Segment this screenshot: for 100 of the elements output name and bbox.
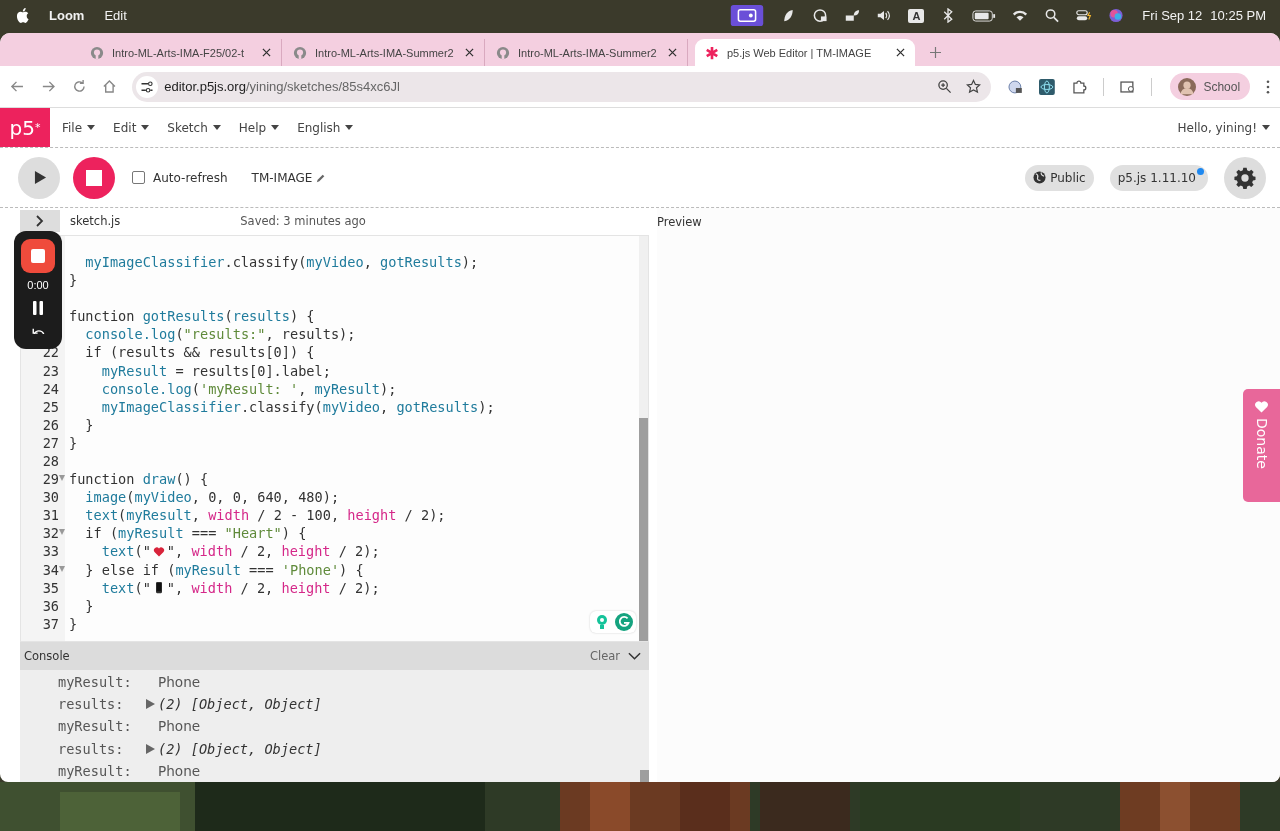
code-text: height <box>281 542 331 561</box>
nav-menu[interactable]: Help <box>230 120 288 135</box>
forward-icon[interactable] <box>40 79 56 94</box>
fold-marker[interactable] <box>59 529 65 536</box>
home-icon[interactable] <box>102 79 118 94</box>
settings-button[interactable] <box>1224 156 1266 199</box>
log-label: myResult: <box>58 762 133 779</box>
g-badge-icon[interactable] <box>615 612 633 631</box>
apple-icon[interactable] <box>16 8 29 23</box>
site-settings-icon[interactable] <box>136 75 159 98</box>
nav-menu[interactable]: Edit <box>105 120 158 135</box>
line-number: 32 <box>42 525 59 542</box>
code-text: (" <box>134 578 151 597</box>
atom-icon[interactable] <box>1039 78 1055 95</box>
sketch-name[interactable]: TM-IMAGE <box>251 170 313 185</box>
pause-icon[interactable] <box>32 301 44 315</box>
clear-button[interactable]: Clear <box>589 648 620 663</box>
p5-logo[interactable]: p5$^{*}$ <box>0 108 50 147</box>
lock-badge-icon[interactable] <box>1007 78 1023 95</box>
file-name: sketch.js <box>70 214 121 229</box>
browser-tab[interactable]: Intro-ML-Arts-IMA-F25/02-t <box>80 39 282 66</box>
code-line: if (myResult === "Heart") { <box>84 524 308 543</box>
visibility-button[interactable]: Public <box>1025 164 1094 191</box>
log-value: Phone <box>158 718 201 735</box>
code-editor[interactable] <box>20 234 649 642</box>
scrollbar-thumb[interactable] <box>639 417 648 641</box>
pencil-icon[interactable] <box>316 172 327 183</box>
line-number: 27 <box>42 434 59 451</box>
chevron-down-icon[interactable] <box>628 651 641 660</box>
stop-button[interactable] <box>73 156 115 199</box>
plant-icon[interactable] <box>844 8 861 23</box>
heart-icon <box>1254 399 1269 414</box>
nav-menu[interactable]: Sketch <box>159 120 229 135</box>
search-icon[interactable] <box>1044 8 1061 23</box>
screen-recorder-icon[interactable] <box>730 5 765 26</box>
lock-badge-icon[interactable] <box>812 8 829 23</box>
nav-menu[interactable]: File <box>54 120 104 135</box>
menubar-date[interactable]: Fri Sep 12 <box>1142 8 1203 23</box>
play-button[interactable] <box>18 156 60 199</box>
line-number: 36 <box>42 597 59 614</box>
expand-triangle-icon[interactable] <box>146 698 155 709</box>
expand-sidebar-button[interactable] <box>20 210 60 233</box>
fold-marker[interactable] <box>59 475 65 482</box>
log-value[interactable]: (2) [Object, Object] <box>158 740 322 757</box>
log-label: results: <box>58 695 125 712</box>
fold-marker[interactable] <box>59 565 65 572</box>
log-label: myResult: <box>58 718 133 735</box>
line-number: 37 <box>42 615 59 632</box>
close-icon[interactable] <box>896 48 905 57</box>
elapsed-time: 0:00 <box>27 279 49 291</box>
site-icon <box>293 45 307 60</box>
menu-item[interactable]: Edit <box>104 8 127 23</box>
volume-icon[interactable] <box>876 8 893 23</box>
code-line: function gotResults(results) { <box>69 307 316 326</box>
account-menu[interactable]: Hello, yining! <box>1169 120 1278 135</box>
checkbox-label[interactable]: Auto-refresh <box>153 170 228 185</box>
star-icon[interactable] <box>966 79 982 94</box>
wifi-icon[interactable] <box>1012 8 1029 23</box>
code-line: myResult = results[0].label; <box>100 361 332 380</box>
stop-icon <box>86 169 102 186</box>
back-icon[interactable] <box>10 79 25 94</box>
tab-search-icon[interactable] <box>1119 78 1136 95</box>
site-icon <box>496 45 510 60</box>
close-icon[interactable] <box>262 48 271 57</box>
nav-menu[interactable]: English <box>289 120 362 135</box>
expand-triangle-icon[interactable] <box>146 743 155 754</box>
app-name[interactable]: Loom <box>49 8 85 23</box>
scrollbar-thumb[interactable] <box>640 770 649 782</box>
code-text: height <box>281 578 331 597</box>
puzzle-icon[interactable] <box>1070 78 1087 95</box>
code-line: console.log("results:", results); <box>84 325 357 344</box>
log-value: Phone <box>158 762 201 779</box>
profile-button[interactable]: School <box>1170 73 1251 100</box>
undo-icon[interactable] <box>30 327 46 334</box>
menubar-time[interactable]: 10:25 PM <box>1210 8 1266 23</box>
address-bar[interactable]: editor.p5js.org/yining/sketches/85s4xc6Jl <box>132 71 992 102</box>
new-tab-icon[interactable] <box>930 47 941 58</box>
code-text: text <box>100 542 135 561</box>
log-value[interactable]: (2) [Object, Object] <box>158 695 322 712</box>
more-menu-icon[interactable] <box>1266 79 1271 94</box>
browser-tab[interactable]: p5.js Web Editor | TM-IMAGE <box>695 39 915 66</box>
settings-icon <box>1234 166 1256 189</box>
control-center-icon[interactable] <box>1076 8 1093 23</box>
input-source-indicator[interactable]: A <box>908 8 925 23</box>
browser-tab[interactable]: Intro-ML-Arts-IMA-Summer2 <box>283 39 485 66</box>
battery-icon[interactable] <box>972 9 997 22</box>
zoom-icon[interactable] <box>937 79 953 94</box>
reload-icon[interactable] <box>71 79 87 94</box>
site-icon <box>90 45 104 60</box>
line-number: 28 <box>42 453 59 469</box>
version-button[interactable]: p5.js 1.11.10 <box>1109 164 1208 191</box>
checkbox[interactable] <box>132 171 145 184</box>
close-icon[interactable] <box>668 48 677 57</box>
browser-tab[interactable]: Intro-ML-Arts-IMA-Summer2 <box>486 39 688 66</box>
assistant-orb-icon[interactable] <box>1108 8 1125 23</box>
close-icon[interactable] <box>465 48 474 57</box>
code-text: text <box>100 578 135 597</box>
record-stop-button[interactable] <box>21 239 55 273</box>
url-text: editor.p5js.org/yining/sketches/85s4xc6Jl <box>164 79 400 94</box>
preview-title: Preview <box>657 215 702 229</box>
